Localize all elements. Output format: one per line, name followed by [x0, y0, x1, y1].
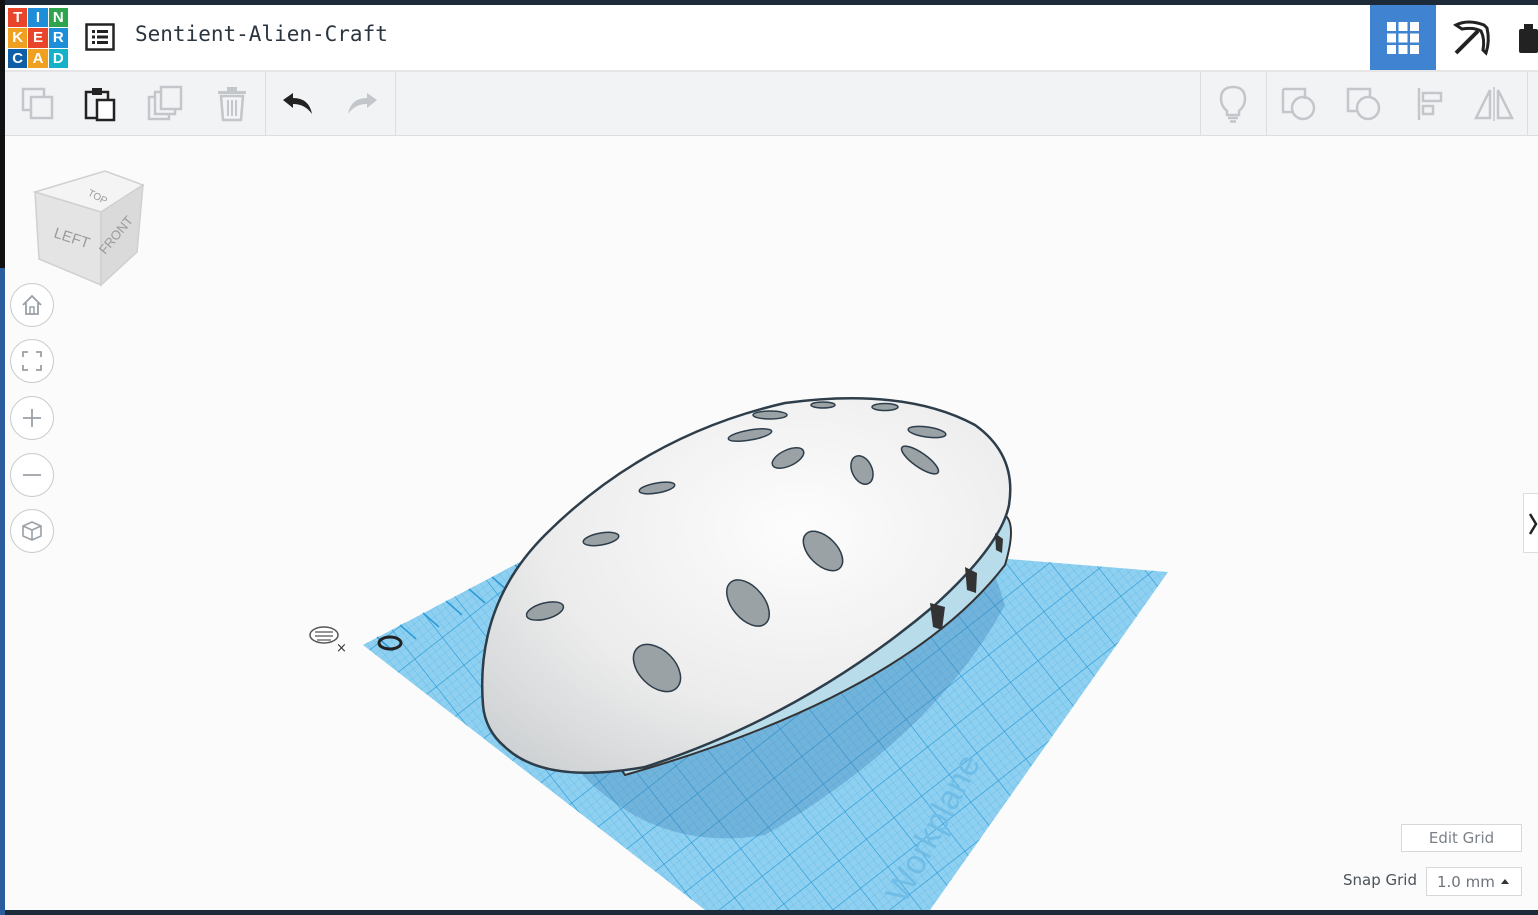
snap-grid-select[interactable]: 1.0 mm	[1426, 867, 1522, 896]
copy-button[interactable]	[7, 72, 69, 135]
plus-icon	[23, 409, 41, 427]
logo-letter: K	[8, 28, 28, 48]
logo-letter: A	[28, 48, 48, 68]
minus-icon	[23, 474, 41, 476]
cube-icon	[22, 521, 42, 541]
fit-icon	[22, 351, 42, 371]
tinkercad-logo[interactable]: T I N K E R C A D	[8, 8, 68, 68]
toolbar-divider	[1527, 72, 1528, 135]
paste-button[interactable]	[69, 72, 131, 135]
3d-design-view-button[interactable]	[1370, 5, 1436, 70]
hole-icon	[1346, 87, 1381, 120]
view-cube[interactable]: TOP LEFT FRONT	[33, 167, 148, 292]
chevron-right-icon	[1528, 513, 1538, 535]
zoom-out-button[interactable]	[10, 453, 54, 497]
align-button[interactable]	[1399, 72, 1461, 135]
block-icon	[1519, 24, 1538, 53]
3d-viewport[interactable]: Workplane ×	[5, 135, 1538, 910]
duplicate-button[interactable]	[135, 72, 197, 135]
home-icon	[22, 294, 42, 315]
redo-icon	[348, 92, 377, 114]
shapes-panel-toggle[interactable]	[1523, 493, 1538, 553]
delete-button[interactable]	[201, 72, 263, 135]
notes-button[interactable]	[1202, 72, 1264, 135]
minecraft-view-button[interactable]	[1438, 5, 1504, 70]
lightbulb-icon	[1219, 85, 1247, 123]
paste-icon	[84, 87, 116, 121]
svg-text:×: ×	[336, 641, 347, 656]
perspective-button[interactable]	[10, 509, 54, 553]
caret-up-icon	[1501, 879, 1509, 884]
mirror-icon	[1473, 86, 1515, 121]
duplicate-icon	[147, 85, 183, 120]
redo-button[interactable]	[331, 72, 393, 135]
top-bar: T I N K E R C A D Sentient-Alien-Craft	[5, 5, 1538, 72]
home-view-button[interactable]	[10, 283, 54, 327]
logo-letter: D	[48, 48, 68, 68]
tinkercad-editor: T I N K E R C A D Sentient-Alien-Craft W…	[5, 5, 1538, 910]
trash-icon	[218, 86, 246, 121]
design-title[interactable]: Sentient-Alien-Craft	[135, 22, 388, 46]
logo-letter: E	[28, 28, 48, 48]
pickaxe-icon	[1453, 20, 1490, 56]
toolbar-divider	[395, 72, 396, 135]
shape-icon	[1281, 87, 1316, 120]
logo-letter: T	[8, 8, 28, 28]
snap-grid-value: 1.0 mm	[1437, 872, 1495, 891]
codeblocks-button[interactable]	[1515, 19, 1538, 55]
toolbar-divider	[1200, 72, 1201, 135]
copy-icon	[21, 87, 54, 119]
toolbar-divider	[1266, 72, 1267, 135]
mirror-button[interactable]	[1463, 72, 1525, 135]
zoom-in-button[interactable]	[10, 396, 54, 440]
edit-toolbar	[5, 72, 1538, 136]
logo-letter: C	[8, 48, 28, 68]
grid-icon	[1387, 21, 1419, 54]
edit-grid-button[interactable]: Edit Grid	[1401, 824, 1522, 852]
toolbar-divider	[265, 72, 266, 135]
hole-button[interactable]	[1333, 72, 1395, 135]
logo-letter: R	[48, 28, 68, 48]
logo-letter: I	[28, 8, 48, 28]
solid-button[interactable]	[1268, 72, 1330, 135]
fit-view-button[interactable]	[10, 339, 54, 383]
undo-button[interactable]	[267, 72, 329, 135]
design-list-icon[interactable]	[85, 22, 115, 52]
logo-letter: N	[48, 8, 68, 28]
undo-icon	[283, 92, 312, 114]
align-icon	[1417, 87, 1443, 120]
snap-grid-label: Snap Grid	[1343, 871, 1417, 889]
